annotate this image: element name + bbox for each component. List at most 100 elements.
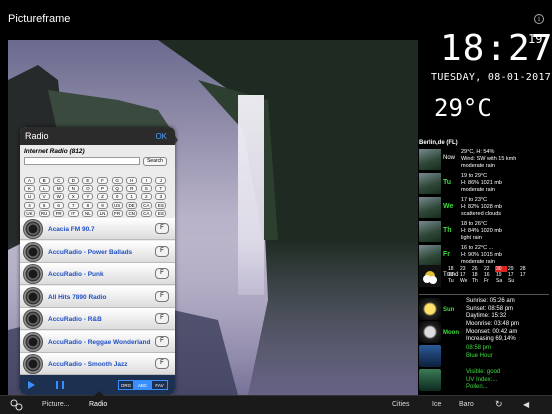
letter-key[interactable]: P bbox=[97, 185, 108, 193]
letter-key[interactable]: 5 bbox=[38, 201, 50, 209]
letter-key[interactable]: W bbox=[53, 193, 65, 201]
speaker-icon bbox=[23, 354, 43, 374]
letter-key[interactable]: FR bbox=[53, 209, 65, 217]
station-row[interactable]: AccuRadio - Reggae Wonderland F bbox=[20, 330, 175, 353]
astro-row: Visible: good UV Index:... Pollen... bbox=[419, 369, 549, 393]
letter-key[interactable]: A bbox=[24, 177, 35, 184]
station-row[interactable]: Acacia FM 90.7 F bbox=[20, 218, 175, 240]
letter-key[interactable]: S bbox=[140, 185, 152, 193]
tab-radio[interactable]: Radio bbox=[89, 401, 107, 408]
tab-ice[interactable]: Ice bbox=[432, 401, 441, 408]
forecast-line: scattered clouds bbox=[461, 211, 502, 217]
favorite-button[interactable]: F bbox=[155, 358, 169, 369]
app-title: Pictureframe bbox=[8, 13, 71, 25]
forecast-day: Now bbox=[443, 155, 456, 161]
letter-key[interactable]: Q bbox=[111, 185, 123, 193]
current-temperature: 29°C bbox=[434, 94, 492, 122]
letter-key[interactable]: CA bbox=[140, 209, 152, 217]
tab-baro[interactable]: Baro bbox=[459, 401, 474, 408]
letter-key[interactable]: N bbox=[67, 185, 79, 193]
letter-key[interactable]: E bbox=[82, 177, 94, 184]
refresh-icon[interactable]: ↻ bbox=[495, 399, 503, 410]
letter-key[interactable]: 1 bbox=[126, 193, 138, 201]
station-row[interactable]: AccuRadio - Punk F bbox=[20, 263, 175, 285]
astro-line: Moonset: 00:42 am bbox=[466, 328, 518, 335]
letter-key[interactable]: K bbox=[24, 185, 35, 193]
letter-key[interactable]: NL bbox=[82, 209, 94, 217]
letter-key[interactable]: ES bbox=[155, 201, 167, 209]
tab-picture[interactable]: Picture... bbox=[42, 401, 70, 408]
pause-icon[interactable] bbox=[56, 381, 64, 389]
letter-key[interactable]: V bbox=[38, 193, 50, 201]
back-icon[interactable]: ◀ bbox=[523, 400, 529, 409]
ok-button[interactable]: OK bbox=[155, 132, 167, 141]
letter-key[interactable]: O bbox=[82, 185, 94, 193]
letter-key[interactable]: C bbox=[53, 177, 65, 184]
letter-key[interactable]: Z bbox=[97, 193, 108, 201]
letter-key[interactable]: R bbox=[126, 185, 138, 193]
settings-icon[interactable] bbox=[10, 399, 24, 411]
radio-subtitle: Internet Radio (812) bbox=[24, 148, 85, 155]
astro-line: Pollen... bbox=[466, 384, 488, 390]
segment-fav[interactable]: FAV bbox=[151, 380, 168, 390]
weather-thumbnail bbox=[419, 221, 441, 242]
letter-key[interactable]: IT bbox=[67, 209, 79, 217]
letter-key[interactable]: RU bbox=[38, 209, 50, 217]
letter-key[interactable]: DE bbox=[126, 201, 138, 209]
favorite-button[interactable]: F bbox=[155, 335, 169, 347]
letter-key[interactable]: T bbox=[155, 185, 167, 193]
speaker-icon bbox=[23, 264, 43, 284]
trend-icon bbox=[419, 265, 441, 287]
info-icon[interactable]: i bbox=[534, 14, 544, 24]
letter-key[interactable]: B bbox=[38, 177, 50, 184]
astro-row: Sun Sunrise: 05:26 am Sunset: 08:58 pm Dayt… bbox=[419, 298, 549, 322]
forecast-day: Th bbox=[443, 227, 452, 234]
station-row[interactable]: AccuRadio - Smooth Jazz F bbox=[20, 353, 175, 375]
favorite-button[interactable]: F bbox=[155, 223, 169, 234]
letter-key[interactable]: D bbox=[67, 177, 79, 184]
letter-key[interactable]: M bbox=[53, 185, 65, 193]
letter-key[interactable]: CN bbox=[126, 209, 138, 217]
letter-key[interactable]: FR bbox=[111, 209, 123, 217]
letter-key[interactable]: 9 bbox=[97, 201, 108, 209]
letter-key[interactable]: X bbox=[67, 193, 79, 201]
favorite-button[interactable]: F bbox=[155, 313, 169, 324]
station-row[interactable]: All Hits 7890 Radio F bbox=[20, 285, 175, 308]
letter-key[interactable]: UK bbox=[24, 209, 35, 217]
astro-line: Sunset: 08:58 pm bbox=[466, 305, 514, 312]
station-row[interactable]: AccuRadio - R&B F bbox=[20, 308, 175, 330]
station-name: AccuRadio - Power Ballads bbox=[48, 248, 133, 256]
favorite-button[interactable]: F bbox=[155, 268, 169, 279]
letter-key[interactable]: 7 bbox=[67, 201, 79, 209]
favorite-button[interactable]: F bbox=[155, 290, 169, 302]
search-input[interactable] bbox=[24, 157, 140, 165]
segment-abc[interactable]: ABC bbox=[134, 380, 151, 390]
letter-key[interactable]: Y bbox=[82, 193, 94, 201]
segment-org[interactable]: ORG bbox=[118, 380, 134, 390]
letter-key[interactable]: F bbox=[97, 177, 108, 184]
letter-key[interactable]: U bbox=[24, 193, 35, 201]
letter-key[interactable]: 0 bbox=[111, 193, 123, 201]
tab-cities[interactable]: Cities bbox=[392, 401, 410, 408]
letter-key[interactable]: L bbox=[38, 185, 50, 193]
letter-key[interactable]: 8 bbox=[82, 201, 94, 209]
letter-key[interactable]: US bbox=[111, 201, 123, 209]
letter-key[interactable]: 6 bbox=[53, 201, 65, 209]
letter-key[interactable]: G bbox=[111, 177, 123, 184]
favorite-button[interactable]: F bbox=[155, 245, 169, 257]
letter-key[interactable]: 4 bbox=[24, 201, 35, 209]
letter-key[interactable]: CA bbox=[140, 201, 152, 209]
date-label: TUESDAY, 08-01-2017 bbox=[431, 72, 552, 83]
letter-key[interactable]: ES bbox=[155, 209, 167, 217]
forecast-row: Now 29°C, H: 54% Wind: SW with 15 kmh moder… bbox=[419, 148, 549, 172]
letter-key[interactable]: 3 bbox=[155, 193, 167, 201]
letter-key[interactable]: LN bbox=[97, 209, 108, 217]
play-icon[interactable] bbox=[28, 381, 35, 389]
station-row[interactable]: AccuRadio - Power Ballads F bbox=[20, 240, 175, 263]
search-button[interactable]: Search bbox=[143, 157, 167, 166]
letter-key[interactable]: J bbox=[155, 177, 167, 184]
speaker-icon bbox=[23, 241, 43, 262]
letter-key[interactable]: H bbox=[126, 177, 138, 184]
letter-key[interactable]: I bbox=[140, 177, 152, 184]
letter-key[interactable]: 2 bbox=[140, 193, 152, 201]
